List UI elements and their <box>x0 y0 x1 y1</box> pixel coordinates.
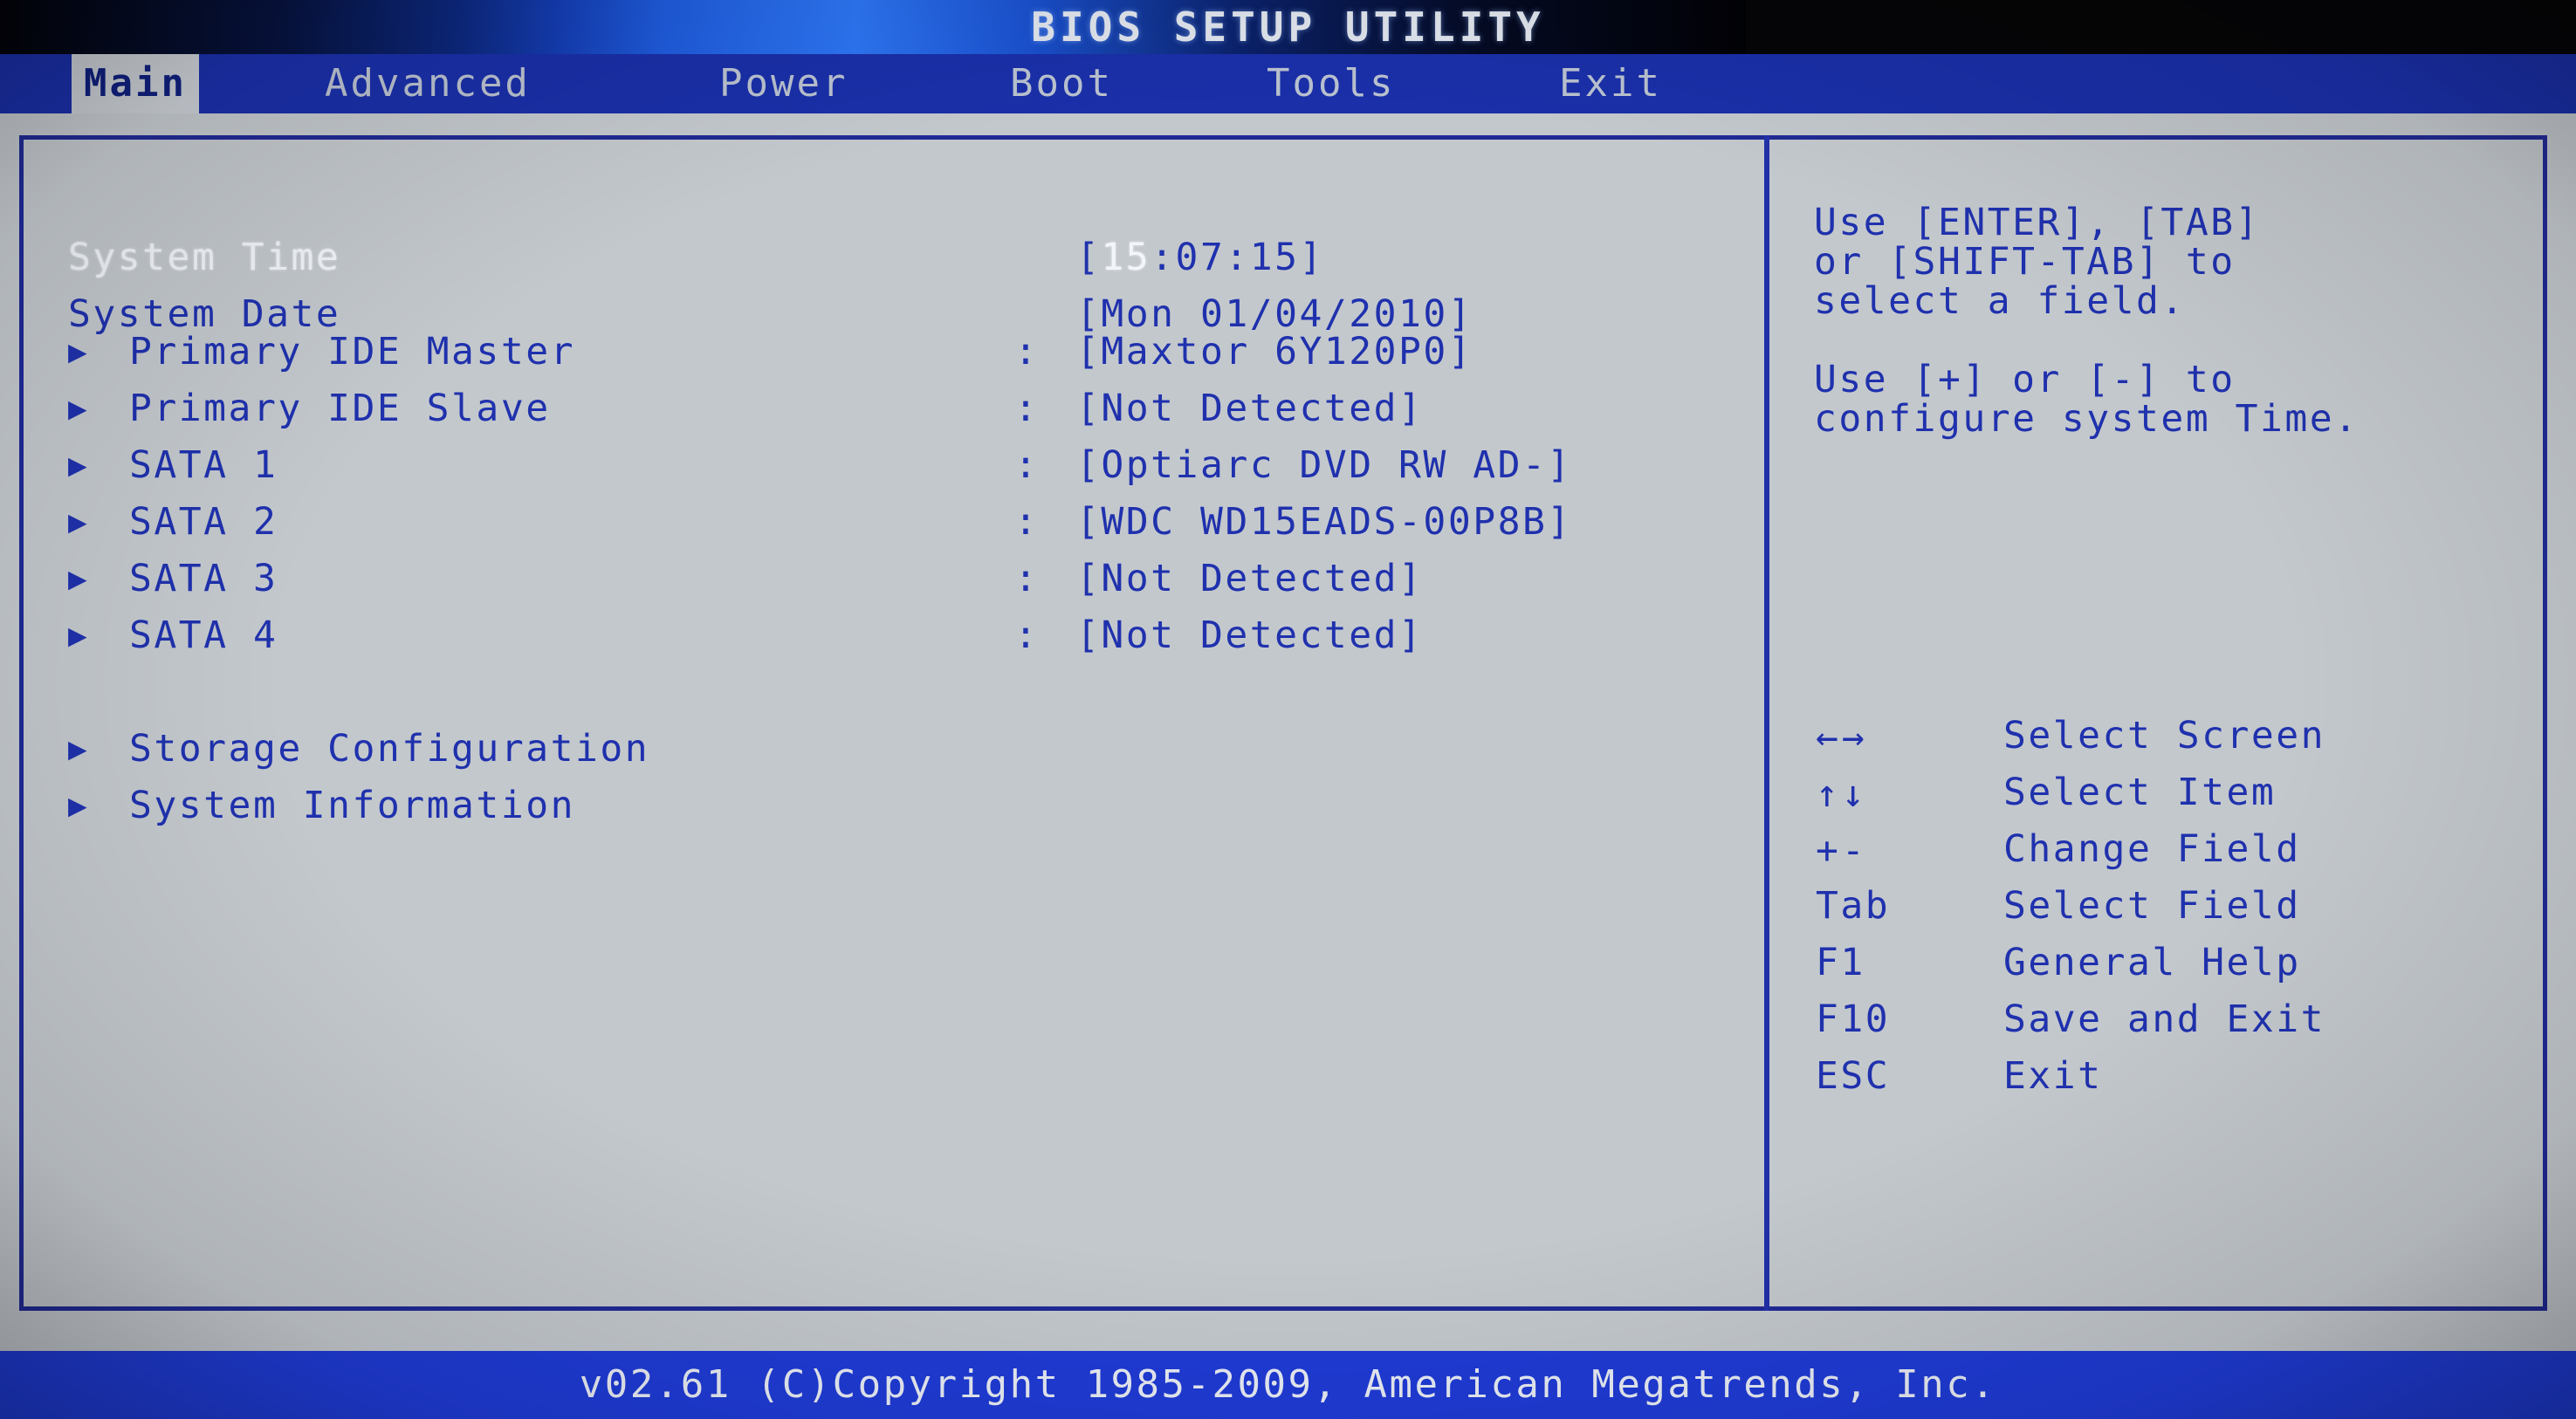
primary-ide-slave-arrow-icon: ▶ <box>68 391 90 427</box>
sata-2-label[interactable]: SATA 2 <box>129 500 278 544</box>
help-text-line-2: or [SHIFT-TAB] to <box>1814 240 2236 284</box>
sata-2-value[interactable]: [WDC WD15EADS-00P8B] <box>1076 500 1572 544</box>
help-text-line-5: configure system Time. <box>1814 397 2360 441</box>
sata-1-label[interactable]: SATA 1 <box>129 443 278 487</box>
title-bar: BIOS SETUP UTILITY <box>0 0 2576 54</box>
system-time-hour-field[interactable]: 15 <box>1101 236 1151 279</box>
f10-key-label: F10 <box>1816 997 1891 1041</box>
help-text-line-4: Use [+] or [-] to <box>1814 358 2236 401</box>
storage-configuration-arrow-icon: ▶ <box>68 731 90 767</box>
sata-2-arrow-icon: ▶ <box>68 504 90 540</box>
primary-ide-master-colon: : <box>1014 330 1040 374</box>
key-help-general-help: General Help <box>2003 941 2301 984</box>
sata-3-value[interactable]: [Not Detected] <box>1076 557 1423 600</box>
primary-ide-slave-label[interactable]: Primary IDE Slave <box>129 387 551 430</box>
menu-tab-exit[interactable]: Exit <box>1547 54 1674 113</box>
system-time-rest: :07:15] <box>1151 236 1324 279</box>
menu-bar[interactable]: Main Advanced Power Boot Tools Exit <box>0 54 2576 113</box>
menu-tab-tools[interactable]: Tools <box>1254 54 1407 113</box>
primary-ide-master-arrow-icon: ▶ <box>68 334 90 370</box>
system-information-arrow-icon: ▶ <box>68 788 90 824</box>
footer-copyright: v02.61 (C)Copyright 1985-2009, American … <box>0 1351 2576 1419</box>
key-help-select-field: Select Field <box>2003 884 2301 928</box>
menu-tab-boot[interactable]: Boot <box>998 54 1125 113</box>
sata-4-colon: : <box>1014 614 1040 657</box>
key-help-change-field: Change Field <box>2003 827 2301 871</box>
sata-2-colon: : <box>1014 500 1040 544</box>
primary-ide-master-label[interactable]: Primary IDE Master <box>129 330 575 374</box>
system-time-bracket-open: [ <box>1076 236 1102 279</box>
key-help-save-and-exit: Save and Exit <box>2003 997 2326 1041</box>
primary-ide-slave-value[interactable]: [Not Detected] <box>1076 387 1423 430</box>
sata-4-arrow-icon: ▶ <box>68 618 90 654</box>
sata-3-label[interactable]: SATA 3 <box>129 557 278 600</box>
help-text-line-1: Use [ENTER], [TAB] <box>1814 201 2260 244</box>
system-information-label[interactable]: System Information <box>129 784 575 827</box>
system-time-value[interactable]: [15:07:15] <box>1076 236 1324 279</box>
plus-minus-icon: +- <box>1816 829 1868 873</box>
primary-ide-slave-colon: : <box>1014 387 1040 430</box>
key-help-exit: Exit <box>2003 1054 2103 1098</box>
sata-4-label[interactable]: SATA 4 <box>129 614 278 657</box>
system-time-label[interactable]: System Time <box>68 236 340 279</box>
bios-setup-screen: BIOS SETUP UTILITY Main Advanced Power B… <box>0 0 2576 1419</box>
key-help-select-screen: Select Screen <box>2003 714 2326 757</box>
sata-1-arrow-icon: ▶ <box>68 448 90 483</box>
tab-key-label: Tab <box>1816 884 1891 928</box>
sata-1-colon: : <box>1014 443 1040 487</box>
sata-1-value[interactable]: [Optiarc DVD RW AD-] <box>1076 443 1572 487</box>
help-text-line-3: select a field. <box>1814 279 2186 323</box>
arrow-up-down-icon: ↑↓ <box>1816 772 1868 816</box>
page-title: BIOS SETUP UTILITY <box>1031 3 1545 51</box>
f1-key-label: F1 <box>1816 941 1865 984</box>
sata-3-colon: : <box>1014 557 1040 600</box>
menu-tab-main[interactable]: Main <box>72 54 199 113</box>
arrow-left-right-icon: ←→ <box>1816 716 1868 759</box>
menu-tab-advanced[interactable]: Advanced <box>313 54 543 113</box>
primary-ide-master-value[interactable]: [Maxtor 6Y120P0] <box>1076 330 1473 374</box>
panel-divider <box>1764 135 1769 1311</box>
sata-3-arrow-icon: ▶ <box>68 561 90 597</box>
sata-4-value[interactable]: [Not Detected] <box>1076 614 1423 657</box>
key-help-select-item: Select Item <box>2003 771 2277 814</box>
esc-key-label: ESC <box>1816 1054 1891 1098</box>
content-panel: System Time [15:07:15] System Date [Mon … <box>0 113 2576 1351</box>
storage-configuration-label[interactable]: Storage Configuration <box>129 727 649 771</box>
menu-tab-power[interactable]: Power <box>707 54 860 113</box>
